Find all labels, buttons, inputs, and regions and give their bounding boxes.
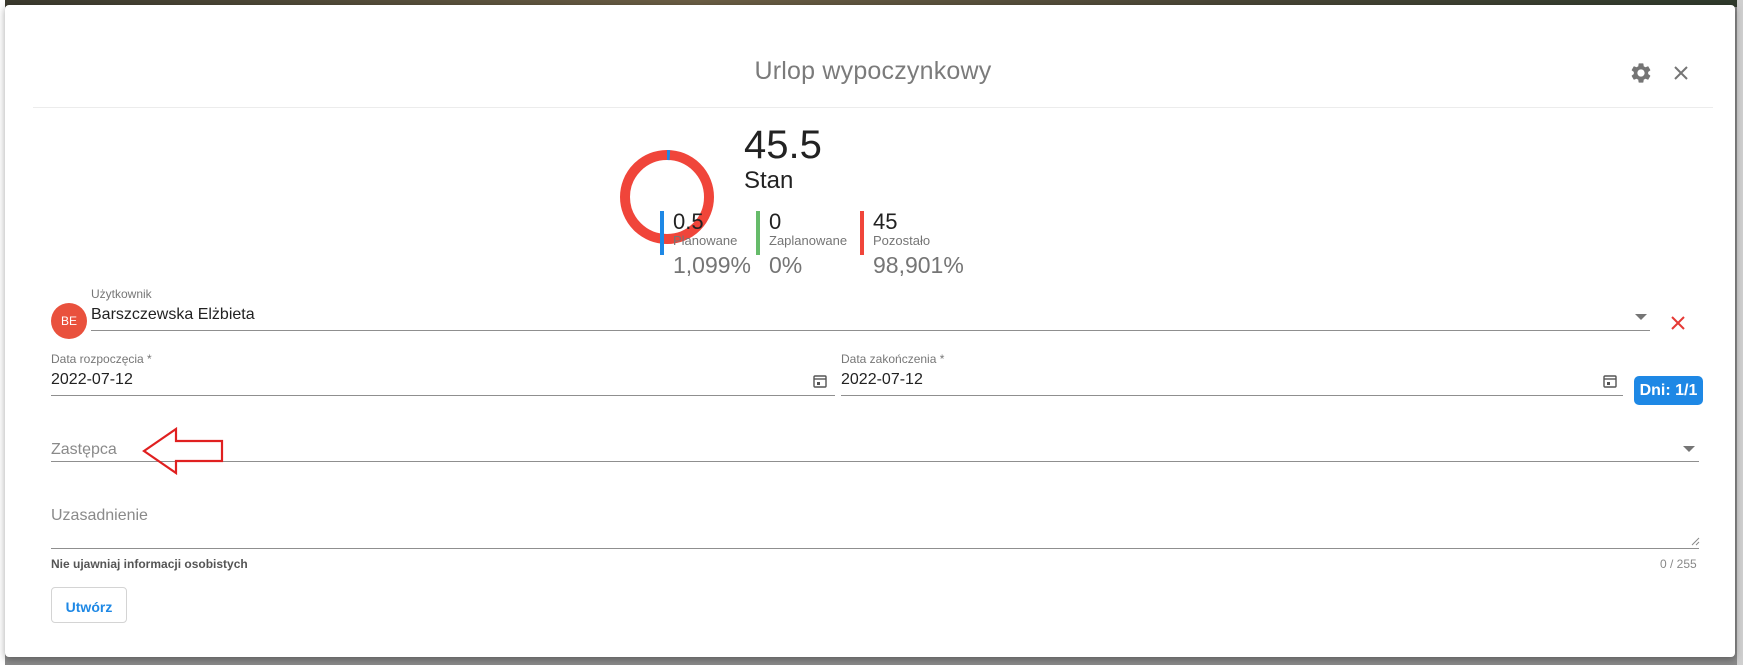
user-select[interactable]: Barszczewska Elżbieta	[91, 306, 255, 324]
stat-remaining-bar	[860, 211, 864, 255]
chevron-down-icon[interactable]	[1635, 314, 1647, 320]
substitute-underline	[51, 461, 1699, 462]
create-button[interactable]: Utwórz	[51, 587, 127, 623]
user-field-label: Użytkownik	[91, 287, 152, 301]
stat-remaining-value: 45	[873, 209, 898, 234]
privacy-hint: Nie ujawniaj informacji osobistych	[51, 557, 248, 571]
chevron-down-icon[interactable]	[1683, 446, 1695, 452]
substitute-select[interactable]: Zastępca	[51, 441, 117, 459]
stat-remaining: 45 Pozostało 98,901%	[860, 211, 964, 278]
stat-planned-percent: 1,099%	[673, 252, 752, 278]
calendar-icon[interactable]	[1602, 373, 1618, 389]
end-date-label: Data zakończenia *	[841, 352, 945, 366]
stat-scheduled-percent: 0%	[769, 252, 803, 278]
start-date-label: Data rozpoczęcia *	[51, 352, 152, 366]
close-icon[interactable]	[1669, 61, 1693, 85]
clear-user-icon[interactable]	[1668, 313, 1688, 333]
justification-underline	[51, 548, 1699, 549]
user-field-underline	[91, 330, 1650, 331]
avatar: BE	[51, 303, 87, 339]
stat-scheduled-value: 0	[769, 209, 782, 234]
calendar-icon[interactable]	[812, 373, 828, 389]
background-right-strip	[1737, 0, 1743, 665]
stat-scheduled: 0 Zaplanowane 0%	[756, 211, 847, 278]
justification-textarea[interactable]: Uzasadnienie	[51, 507, 148, 525]
stat-remaining-percent: 98,901%	[873, 252, 964, 278]
stat-planned-bar	[660, 211, 664, 255]
character-counter: 0 / 255	[1660, 557, 1697, 571]
annotation-arrow-icon	[142, 427, 224, 475]
resize-handle-icon[interactable]	[1690, 536, 1700, 546]
dialog-title: Urlop wypoczynkowy	[754, 57, 992, 85]
end-date-underline	[841, 395, 1623, 396]
dialog-header: Urlop wypoczynkowy	[33, 35, 1713, 108]
leave-dialog: Urlop wypoczynkowy 45.5 Stan 0.5 Planowa…	[5, 5, 1735, 657]
stat-scheduled-bar	[756, 211, 760, 255]
days-count-badge[interactable]: Dni: 1/1	[1634, 376, 1703, 405]
balance-total: 45.5	[744, 123, 822, 167]
end-date-input[interactable]: 2022-07-12	[841, 371, 923, 389]
stat-planned: 0.5 Planowane 1,099%	[660, 211, 751, 278]
balance-label: Stan	[744, 167, 794, 194]
stat-planned-label: Planowane	[673, 233, 738, 248]
start-date-underline	[51, 395, 835, 396]
stat-planned-value: 0.5	[673, 209, 704, 234]
stat-scheduled-label: Zaplanowane	[769, 233, 848, 248]
start-date-input[interactable]: 2022-07-12	[51, 371, 133, 389]
stat-remaining-label: Pozostało	[873, 233, 931, 248]
gear-icon[interactable]	[1629, 61, 1653, 85]
